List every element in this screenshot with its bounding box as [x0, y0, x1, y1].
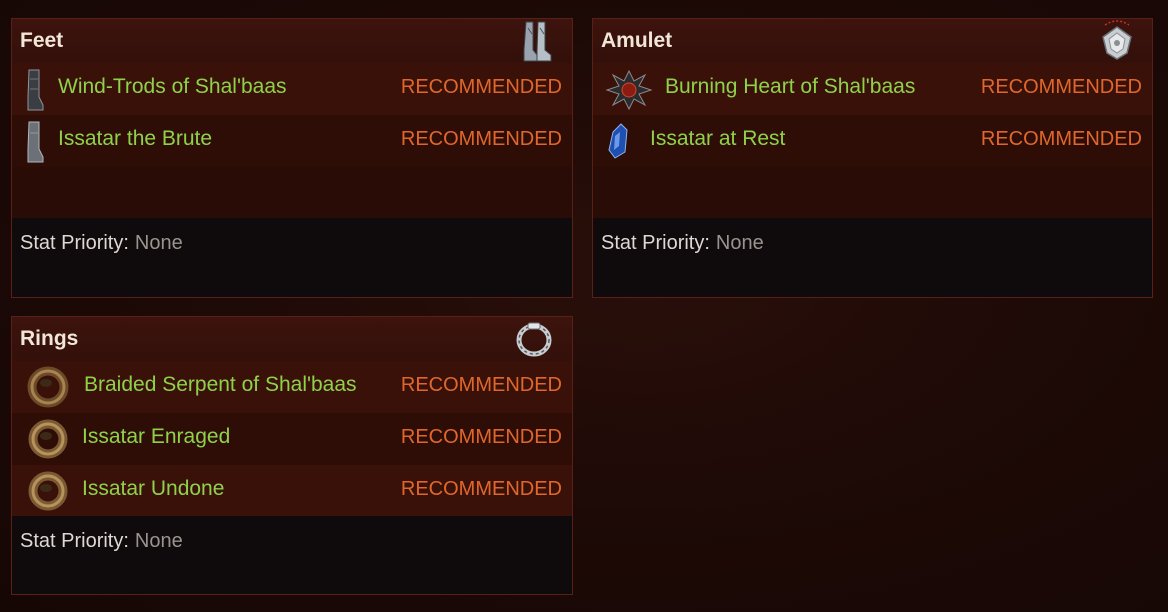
- bronze-ring-icon: [26, 469, 70, 518]
- ring-icon: [515, 320, 553, 363]
- stat-priority-value: None: [134, 232, 183, 254]
- feet-panel: Feet Wind-Trods of Shal'baas RECOMMENDED: [11, 18, 573, 298]
- status-badge: RECOMMENDED: [400, 128, 562, 150]
- boot-item-icon: [24, 121, 46, 168]
- amulet-header: Amulet: [593, 19, 1152, 64]
- spiked-amulet-icon: [605, 69, 653, 116]
- list-item[interactable]: Issatar Undone RECOMMENDED: [12, 465, 572, 517]
- bronze-ring-icon: [26, 365, 70, 414]
- amulet-title: Amulet: [601, 29, 673, 52]
- status-badge: RECOMMENDED: [400, 374, 562, 396]
- list-item[interactable]: Braided Serpent of Shal'baas RECOMMENDED: [12, 361, 572, 413]
- boots-icon: [520, 20, 554, 67]
- blue-gem-icon: [605, 122, 631, 165]
- status-badge: RECOMMENDED: [980, 76, 1142, 98]
- item-name[interactable]: Issatar Enraged: [82, 425, 230, 449]
- stat-priority-area: Stat Priority: None: [12, 516, 572, 594]
- rings-title: Rings: [20, 327, 79, 350]
- stat-priority-area: Stat Priority: None: [12, 218, 572, 297]
- boot-item-icon: [24, 69, 46, 116]
- status-badge: RECOMMENDED: [980, 128, 1142, 150]
- empty-slot-area: [593, 167, 1152, 219]
- amulet-icon: [1095, 19, 1139, 68]
- list-item[interactable]: Issatar at Rest RECOMMENDED: [593, 115, 1152, 167]
- status-badge: RECOMMENDED: [400, 76, 562, 98]
- item-name[interactable]: Burning Heart of Shal'baas: [665, 75, 915, 99]
- list-item[interactable]: Issatar the Brute RECOMMENDED: [12, 115, 572, 167]
- empty-slot-area: [12, 167, 572, 219]
- stat-priority: Stat Priority: None: [20, 232, 183, 255]
- list-item[interactable]: Burning Heart of Shal'baas RECOMMENDED: [593, 63, 1152, 115]
- rings-header: Rings: [12, 317, 572, 362]
- item-name[interactable]: Issatar at Rest: [650, 127, 785, 151]
- item-name[interactable]: Issatar Undone: [82, 477, 224, 501]
- stat-priority-label: Stat Priority:: [20, 530, 129, 552]
- stat-priority-area: Stat Priority: None: [593, 218, 1152, 297]
- rings-panel: Rings Braided Serpent of Shal'baas RECOM…: [11, 316, 573, 595]
- feet-header: Feet: [12, 19, 572, 64]
- stat-priority: Stat Priority: None: [601, 232, 764, 255]
- status-badge: RECOMMENDED: [400, 426, 562, 448]
- stat-priority-label: Stat Priority:: [20, 232, 129, 254]
- stat-priority-label: Stat Priority:: [601, 232, 710, 254]
- status-badge: RECOMMENDED: [400, 478, 562, 500]
- stat-priority-value: None: [715, 232, 764, 254]
- item-name[interactable]: Braided Serpent of Shal'baas: [84, 373, 357, 397]
- item-name[interactable]: Wind-Trods of Shal'baas: [58, 75, 287, 99]
- list-item[interactable]: Issatar Enraged RECOMMENDED: [12, 413, 572, 465]
- stat-priority: Stat Priority: None: [20, 530, 183, 553]
- item-name[interactable]: Issatar the Brute: [58, 127, 212, 151]
- bronze-ring-icon: [26, 417, 70, 466]
- stat-priority-value: None: [134, 530, 183, 552]
- feet-title: Feet: [20, 29, 64, 52]
- amulet-panel: Amulet Burning Heart of Shal'baas RECOMM…: [592, 18, 1153, 298]
- list-item[interactable]: Wind-Trods of Shal'baas RECOMMENDED: [12, 63, 572, 115]
